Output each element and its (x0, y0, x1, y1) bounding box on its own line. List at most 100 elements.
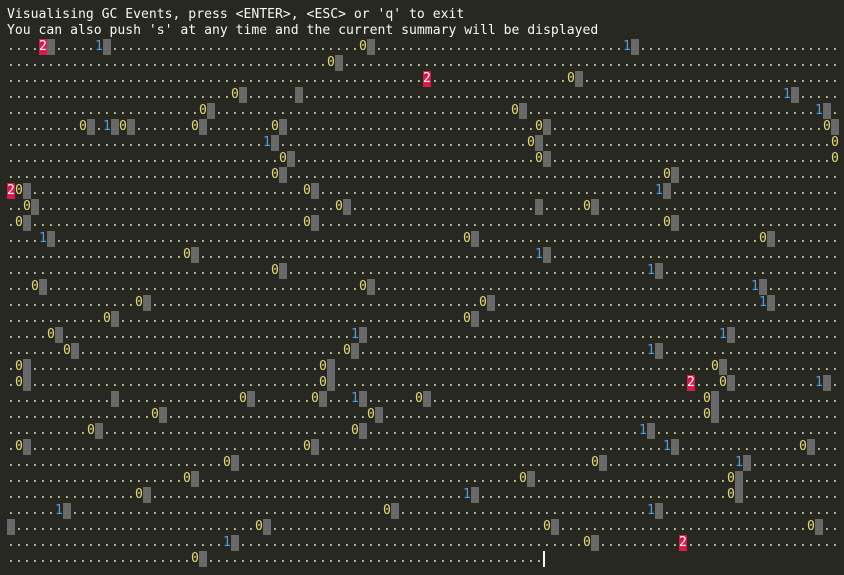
empty-slot: . (71, 375, 79, 390)
empty-slot: . (303, 535, 311, 550)
empty-slot: . (215, 279, 223, 294)
empty-slot: . (319, 551, 327, 566)
empty-slot: . (767, 135, 775, 150)
empty-slot: . (351, 39, 359, 54)
empty-slot: . (127, 423, 135, 438)
empty-slot: . (311, 151, 319, 166)
empty-slot: . (775, 199, 783, 214)
empty-slot: . (103, 55, 111, 70)
empty-slot: . (111, 71, 119, 86)
empty-slot: . (15, 39, 23, 54)
empty-slot: . (183, 167, 191, 182)
empty-slot: . (247, 375, 255, 390)
gen0-event: 0 (359, 279, 367, 294)
empty-slot: . (703, 39, 711, 54)
empty-slot: . (407, 135, 415, 150)
empty-slot: . (415, 375, 423, 390)
empty-slot: . (495, 199, 503, 214)
grid-row: ............. ...............0 .......0 … (7, 391, 839, 407)
empty-slot: . (47, 295, 55, 310)
empty-slot: . (159, 247, 167, 262)
empty-slot: . (103, 391, 111, 406)
empty-slot: . (431, 263, 439, 278)
empty-slot: . (175, 503, 183, 518)
empty-slot: . (703, 279, 711, 294)
empty-slot: . (151, 391, 159, 406)
empty-slot: . (775, 455, 783, 470)
empty-slot: . (287, 135, 295, 150)
empty-slot: . (71, 55, 79, 70)
empty-slot: . (759, 343, 767, 358)
empty-slot: . (95, 375, 103, 390)
empty-slot: . (447, 471, 455, 486)
empty-slot: . (247, 167, 255, 182)
empty-slot: . (495, 327, 503, 342)
empty-slot: . (255, 119, 263, 134)
empty-slot: . (207, 535, 215, 550)
empty-slot: . (167, 55, 175, 70)
empty-slot: . (463, 327, 471, 342)
empty-slot: . (183, 423, 191, 438)
gen1-event: 1 (351, 327, 359, 342)
empty-slot: . (703, 311, 711, 326)
empty-slot: . (423, 407, 431, 422)
empty-slot: . (735, 327, 743, 342)
empty-slot: . (199, 151, 207, 166)
empty-slot: . (399, 199, 407, 214)
empty-slot: . (7, 503, 15, 518)
empty-slot: . (463, 135, 471, 150)
empty-slot: . (87, 103, 95, 118)
empty-slot: . (231, 375, 239, 390)
empty-slot: . (543, 471, 551, 486)
empty-slot: . (399, 311, 407, 326)
empty-slot: . (79, 359, 87, 374)
empty-slot: . (231, 471, 239, 486)
empty-slot: . (679, 55, 687, 70)
empty-slot: . (391, 343, 399, 358)
empty-slot: . (151, 263, 159, 278)
empty-slot: . (783, 343, 791, 358)
empty-slot: . (487, 487, 495, 502)
empty-slot: . (407, 359, 415, 374)
empty-slot: . (735, 535, 743, 550)
empty-slot: . (815, 199, 823, 214)
empty-slot: . (735, 215, 743, 230)
empty-slot: . (455, 327, 463, 342)
empty-slot: . (311, 455, 319, 470)
empty-slot: . (743, 215, 751, 230)
empty-slot: . (559, 391, 567, 406)
empty-slot: . (351, 71, 359, 86)
empty-slot: . (239, 135, 247, 150)
empty-slot: . (423, 135, 431, 150)
empty-slot: . (719, 247, 727, 262)
empty-slot: . (23, 279, 31, 294)
empty-slot: . (551, 279, 559, 294)
empty-slot: . (463, 71, 471, 86)
empty-slot: . (487, 135, 495, 150)
empty-slot: . (447, 279, 455, 294)
empty-slot: . (255, 55, 263, 70)
empty-slot: . (175, 455, 183, 470)
empty-slot: . (663, 311, 671, 326)
empty-slot: . (207, 519, 215, 534)
grid-row: ...0 ...................................… (7, 279, 839, 295)
empty-slot: . (751, 71, 759, 86)
empty-slot: . (543, 215, 551, 230)
empty-slot: . (495, 55, 503, 70)
empty-slot: . (351, 519, 359, 534)
terminal-window[interactable]: Visualising GC Events, press <ENTER>, <E… (0, 0, 844, 575)
empty-slot: . (783, 375, 791, 390)
empty-slot: . (623, 407, 631, 422)
empty-slot: . (279, 391, 287, 406)
empty-slot: . (799, 231, 807, 246)
empty-slot: . (327, 199, 335, 214)
gen0-event: 0 (15, 375, 23, 390)
empty-slot: . (671, 295, 679, 310)
empty-slot: . (583, 151, 591, 166)
empty-slot: . (351, 375, 359, 390)
empty-slot: . (511, 119, 519, 134)
empty-slot: . (159, 535, 167, 550)
empty-slot: . (399, 439, 407, 454)
empty-slot: . (423, 199, 431, 214)
text-cursor (543, 551, 545, 567)
